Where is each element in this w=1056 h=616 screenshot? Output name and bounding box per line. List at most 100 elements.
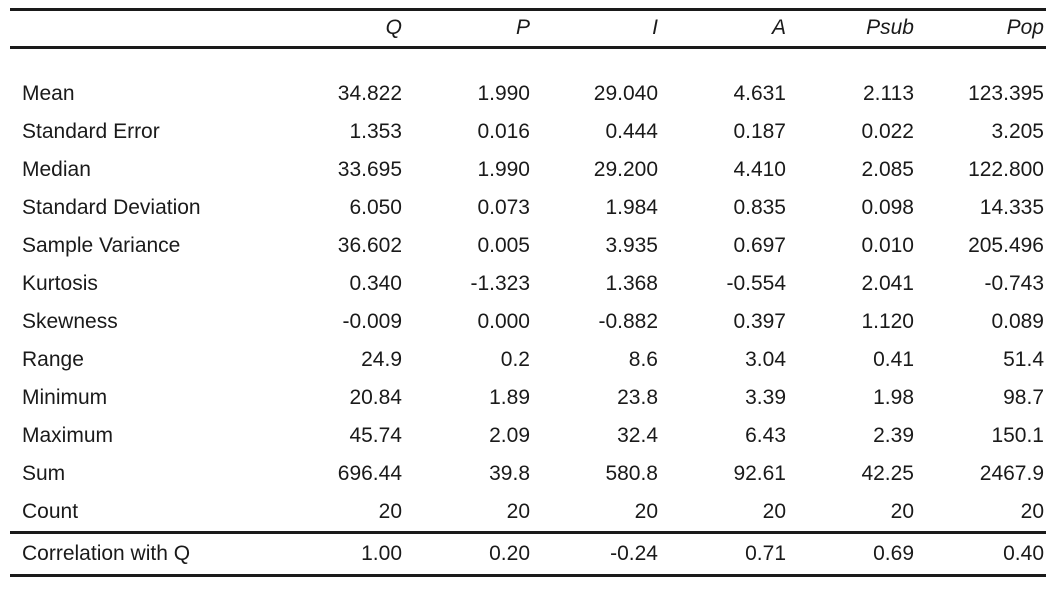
cell-range-a: 3.04 [745,348,786,372]
cell-sum-psub: 42.25 [861,462,914,486]
cell-maximum-p: 2.09 [489,424,530,448]
table-row: Standard Deviation 6.050 0.073 1.984 0.8… [10,189,1046,227]
cell-sum-q: 696.44 [337,462,402,486]
cell-range-pop: 51.4 [1003,348,1044,372]
statistics-table-page: Q P I A Psub Pop Mean 34.822 1.990 29.04… [0,0,1056,616]
cell-minimum-psub: 1.98 [873,386,914,410]
cell-correlation-i: -0.24 [610,542,658,566]
cell-standard-deviation-pop: 14.335 [979,196,1044,220]
cell-standard-error-i: 0.444 [605,120,658,144]
cell-maximum-psub: 2.39 [873,424,914,448]
cell-skewness-a: 0.397 [733,310,786,334]
cell-median-i: 29.200 [593,158,658,182]
cell-median-psub: 2.085 [861,158,914,182]
spacer-cell [788,48,916,76]
cell-minimum-i: 23.8 [617,386,658,410]
table-row: Sample Variance 36.602 0.005 3.935 0.697… [10,227,1046,265]
column-header-a: A [771,16,786,39]
cell-standard-error-q: 1.353 [349,120,402,144]
row-label-standard-error: Standard Error [22,120,160,144]
table-row: Maximum 45.74 2.09 32.4 6.43 2.39 150.1 [10,417,1046,455]
row-label-count: Count [22,500,79,524]
cell-mean-psub: 2.113 [863,82,914,106]
table-row: Count 20 20 20 20 20 20 [10,493,1046,533]
column-header-p: P [515,16,530,39]
spacer-cell [404,48,532,76]
cell-sum-a: 92.61 [733,462,786,486]
cell-sample-variance-q: 36.602 [337,234,402,258]
cell-mean-p: 1.990 [477,82,530,106]
cell-correlation-q: 1.00 [361,542,402,566]
table-body: Mean 34.822 1.990 29.040 4.631 2.113 123… [10,48,1046,576]
spacer-cell [532,48,660,76]
cell-skewness-q: -0.009 [342,310,402,334]
cell-standard-error-pop: 3.205 [991,120,1044,144]
cell-range-q: 24.9 [361,348,402,372]
cell-correlation-psub: 0.69 [873,542,914,566]
cell-sum-pop: 2467.9 [979,462,1044,486]
cell-mean-q: 34.822 [337,82,402,106]
cell-median-p: 1.990 [477,158,530,182]
table-header: Q P I A Psub Pop [10,9,1046,48]
cell-standard-deviation-i: 1.984 [605,196,658,220]
row-label-sum: Sum [22,462,66,486]
cell-count-pop: 20 [1020,500,1044,524]
cell-median-pop: 122.800 [968,158,1044,182]
cell-count-q: 20 [378,500,402,524]
table-row: Median 33.695 1.990 29.200 4.410 2.085 1… [10,151,1046,189]
cell-mean-a: 4.631 [733,82,786,106]
descriptive-statistics-table: Q P I A Psub Pop Mean 34.822 1.990 29.04… [10,8,1046,577]
cell-kurtosis-i: 1.368 [605,272,658,296]
cell-mean-pop: 123.395 [968,82,1044,106]
row-label-sample-variance: Sample Variance [22,234,181,258]
cell-range-psub: 0.41 [873,348,914,372]
row-label-maximum: Maximum [22,424,114,448]
cell-count-psub: 20 [890,500,914,524]
header-corner-cell [10,10,276,48]
row-label-kurtosis: Kurtosis [22,272,98,296]
cell-standard-deviation-a: 0.835 [733,196,786,220]
cell-range-p: 0.2 [500,348,530,372]
cell-sample-variance-a: 0.697 [733,234,786,258]
cell-sample-variance-pop: 205.496 [968,234,1044,258]
row-label-mean: Mean [22,82,75,106]
header-row: Q P I A Psub Pop [10,9,1046,48]
cell-correlation-pop: 0.40 [1003,542,1044,566]
cell-standard-deviation-q: 6.050 [349,196,402,220]
cell-standard-error-p: 0.016 [477,120,530,144]
table-row: Mean 34.822 1.990 29.040 4.631 2.113 123… [10,75,1046,113]
cell-sum-i: 580.8 [605,462,658,486]
cell-skewness-i: -0.882 [598,310,658,334]
cell-mean-i: 29.040 [593,82,658,106]
table-row: Sum 696.44 39.8 580.8 92.61 42.25 2467.9 [10,455,1046,493]
cell-standard-error-a: 0.187 [733,120,786,144]
cell-minimum-q: 20.84 [349,386,402,410]
header-gap-row [10,48,1046,76]
cell-sample-variance-i: 3.935 [605,234,658,258]
cell-maximum-pop: 150.1 [991,424,1044,448]
table-row: Skewness -0.009 0.000 -0.882 0.397 1.120… [10,303,1046,341]
cell-median-a: 4.410 [733,158,786,182]
table-row: Range 24.9 0.2 8.6 3.04 0.41 51.4 [10,341,1046,379]
row-label-standard-deviation: Standard Deviation [22,196,201,220]
table-row: Standard Error 1.353 0.016 0.444 0.187 0… [10,113,1046,151]
cell-correlation-a: 0.71 [745,542,786,566]
row-label-correlation-with-q: Correlation with Q [22,542,191,566]
cell-minimum-p: 1.89 [489,386,530,410]
row-label-skewness: Skewness [22,310,118,334]
column-header-psub: Psub [866,16,914,39]
cell-standard-error-psub: 0.022 [861,120,914,144]
spacer-cell [10,48,276,76]
cell-count-p: 20 [506,500,530,524]
cell-sum-p: 39.8 [489,462,530,486]
cell-kurtosis-pop: -0.743 [984,272,1044,296]
cell-kurtosis-a: -0.554 [726,272,786,296]
cell-sample-variance-psub: 0.010 [861,234,914,258]
row-label-median: Median [22,158,91,182]
cell-minimum-pop: 98.7 [1003,386,1044,410]
row-label-range: Range [22,348,84,372]
cell-standard-deviation-psub: 0.098 [861,196,914,220]
cell-skewness-pop: 0.089 [991,310,1044,334]
column-header-q: Q [385,16,402,39]
cell-median-q: 33.695 [337,158,402,182]
